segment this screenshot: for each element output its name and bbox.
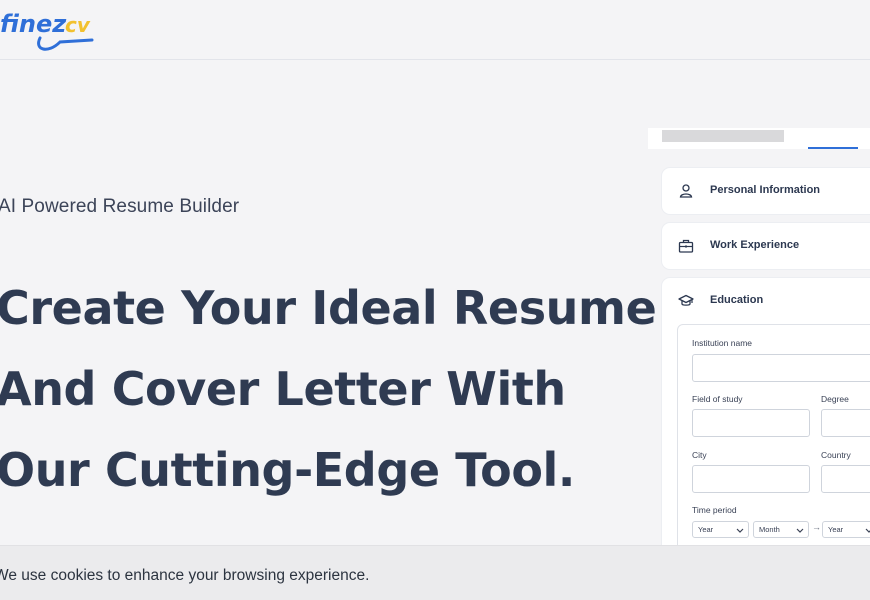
education-form: Institution name Field of study Degree C… [677,324,870,554]
preview-tab-strip [648,128,870,149]
field-of-study-input[interactable] [692,409,810,437]
chevron-down-icon [796,528,804,533]
chevron-down-icon [865,528,870,533]
finezcv-logo[interactable]: finez cv [0,2,104,54]
resume-builder-preview: Personal Information Work Experience Edu… [648,128,870,568]
country-input[interactable] [821,465,870,493]
end-year-select[interactable]: Year [822,521,870,538]
section-title: Personal Information [710,184,821,196]
preview-placeholder-bar [662,130,784,142]
chevron-down-icon [736,528,744,533]
select-value: Month [759,525,780,534]
finezcv-logo-icon: finez cv [0,10,94,51]
start-month-select[interactable]: Month [753,521,809,538]
user-icon [679,184,693,198]
briefcase-icon [678,239,694,253]
headline-line: Create Your Ideal Resume [0,281,657,335]
country-label: Country [821,450,851,460]
time-period-label: Time period [692,505,737,515]
field-of-study-label: Field of study [692,394,743,404]
svg-text:finez: finez [0,10,67,38]
section-personal-information[interactable]: Personal Information [662,168,870,214]
section-work-experience[interactable]: Work Experience [662,223,870,269]
section-title: Education [710,294,764,306]
select-value: Year [828,525,844,534]
section-title: Work Experience [710,239,800,251]
section-education[interactable]: Education Institution name Field of stud… [662,278,870,568]
institution-label: Institution name [692,338,753,348]
start-year-select[interactable]: Year [692,521,749,538]
site-header: finez cv [0,0,870,60]
institution-input[interactable] [692,354,870,382]
degree-input[interactable] [821,409,870,437]
select-value: Year [698,525,714,534]
hero-eyebrow: AI Powered Resume Builder [0,196,240,217]
headline-line: And Cover Letter With [0,362,566,416]
cookie-banner-text: We use cookies to enhance your browsing … [0,567,370,584]
hero-headline: Create Your Ideal Resume And Cover Lette… [0,268,657,511]
svg-text:cv: cv [65,13,91,37]
headline-line: Our Cutting-Edge Tool. [0,443,575,497]
cookie-banner: We use cookies to enhance your browsing … [0,545,870,600]
graduation-cap-icon [678,294,694,306]
arrow-right-icon: → [812,522,821,532]
city-label: City [692,450,707,460]
active-tab-indicator [808,147,858,149]
city-input[interactable] [692,465,810,493]
degree-label: Degree [821,394,849,404]
